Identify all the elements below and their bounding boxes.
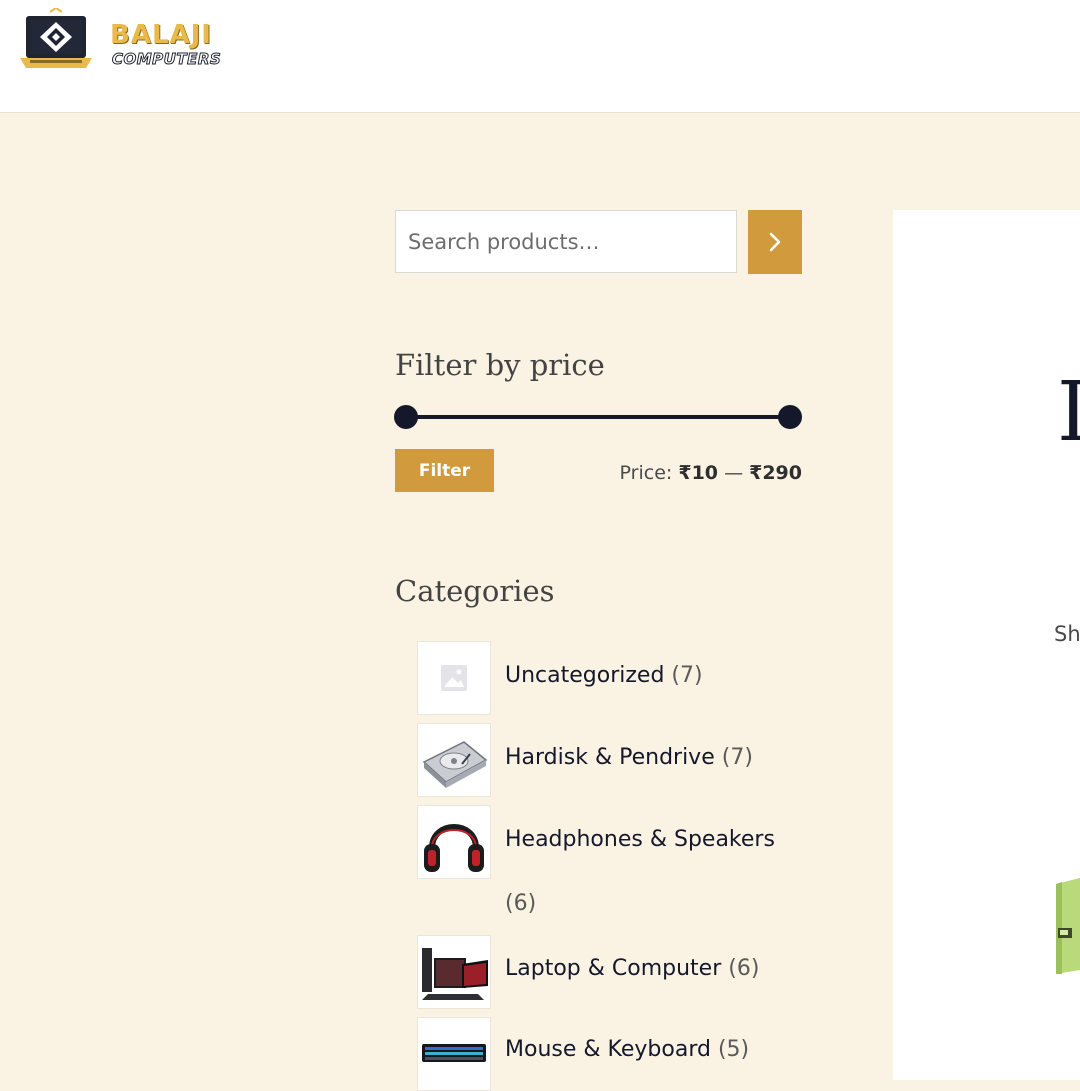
price-range-label: Price: ₹10 — ₹290 — [620, 462, 802, 484]
keyboard-icon — [422, 1044, 486, 1062]
price-slider-track[interactable] — [406, 415, 790, 419]
placeholder-image-icon — [441, 665, 467, 691]
site-header: BALAJI COMPUTERS — [0, 0, 1080, 113]
filter-by-price-title: Filter by price — [395, 348, 605, 382]
category-link-laptop[interactable]: Laptop & Computer (6) — [505, 937, 805, 1001]
category-link-headphones[interactable]: Headphones & Speakers (6) — [505, 808, 805, 936]
hard-disk-icon — [422, 741, 488, 788]
filter-button[interactable]: Filter — [395, 449, 494, 492]
price-min: ₹10 — [678, 462, 719, 484]
logo-text-computers: COMPUTERS — [111, 50, 222, 69]
logo-text-balaji: BALAJI — [110, 20, 212, 50]
price-slider-min-handle[interactable] — [394, 405, 418, 429]
shop-page-title: I — [1057, 365, 1080, 460]
headphones-icon — [424, 824, 484, 872]
category-thumb-uncategorized[interactable] — [417, 641, 491, 715]
chevron-right-icon — [769, 232, 781, 252]
categories-title: Categories — [395, 574, 555, 608]
category-link-uncategorized[interactable]: Uncategorized (7) — [505, 644, 805, 708]
result-count: Sh — [1054, 622, 1080, 646]
category-link-keyboard[interactable]: Mouse & Keyboard (5) — [505, 1018, 805, 1082]
product-device-icon — [1056, 878, 1080, 974]
category-link-hardisk[interactable]: Hardisk & Pendrive (7) — [505, 726, 805, 790]
search-input[interactable] — [395, 210, 737, 273]
search-submit-button[interactable] — [748, 210, 802, 274]
price-max: ₹290 — [749, 462, 802, 484]
category-thumb-headphones[interactable] — [417, 805, 491, 879]
category-thumb-laptop[interactable] — [417, 935, 491, 1009]
laptop-icon — [422, 948, 488, 1000]
laptop-logo-icon — [20, 8, 92, 68]
price-slider-max-handle[interactable] — [778, 405, 802, 429]
product-image[interactable] — [1052, 878, 1080, 978]
site-logo[interactable]: BALAJI COMPUTERS — [20, 8, 221, 72]
category-thumb-hardisk[interactable] — [417, 723, 491, 797]
price-prefix: Price: — [619, 462, 673, 484]
price-separator: — — [724, 462, 744, 484]
